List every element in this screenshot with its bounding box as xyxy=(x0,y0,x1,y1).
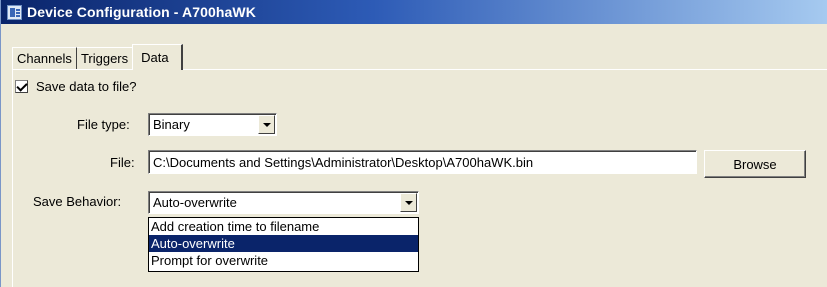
file-path-input[interactable]: C:\Documents and Settings\Administrator\… xyxy=(148,150,697,174)
tab-triggers[interactable]: Triggers xyxy=(76,47,134,69)
save-behavior-value: Auto-overwrite xyxy=(153,195,237,210)
window-title: Device Configuration - A700haWK xyxy=(27,4,256,20)
tab-data[interactable]: Data xyxy=(132,44,183,70)
save-to-file-row[interactable]: Save data to file? xyxy=(15,79,136,94)
chevron-down-icon[interactable] xyxy=(400,193,417,212)
file-type-label: File type: xyxy=(77,117,130,132)
tab-strip: Channels Triggers Data xyxy=(12,43,183,70)
file-type-value: Binary xyxy=(153,117,190,132)
file-label: File: xyxy=(110,155,135,170)
option-prompt-for-overwrite[interactable]: Prompt for overwrite xyxy=(149,252,418,269)
chevron-down-icon[interactable] xyxy=(258,115,275,134)
save-behavior-label: Save Behavior: xyxy=(33,194,122,209)
title-bar[interactable]: Device Configuration - A700haWK xyxy=(1,0,827,24)
device-config-icon xyxy=(7,4,22,20)
file-type-select[interactable]: Binary xyxy=(148,113,277,136)
device-configuration-window: Device Configuration - A700haWK Channels… xyxy=(0,0,827,287)
save-to-file-label: Save data to file? xyxy=(36,79,137,94)
save-to-file-checkbox[interactable] xyxy=(15,80,28,93)
tab-channels[interactable]: Channels xyxy=(12,47,77,69)
option-add-creation-time[interactable]: Add creation time to filename xyxy=(149,218,418,235)
save-behavior-dropdown-list: Add creation time to filename Auto-overw… xyxy=(148,217,419,272)
save-behavior-select[interactable]: Auto-overwrite xyxy=(148,191,419,214)
option-auto-overwrite[interactable]: Auto-overwrite xyxy=(149,235,418,252)
browse-button[interactable]: Browse xyxy=(704,150,806,178)
data-tab-panel xyxy=(12,69,827,287)
